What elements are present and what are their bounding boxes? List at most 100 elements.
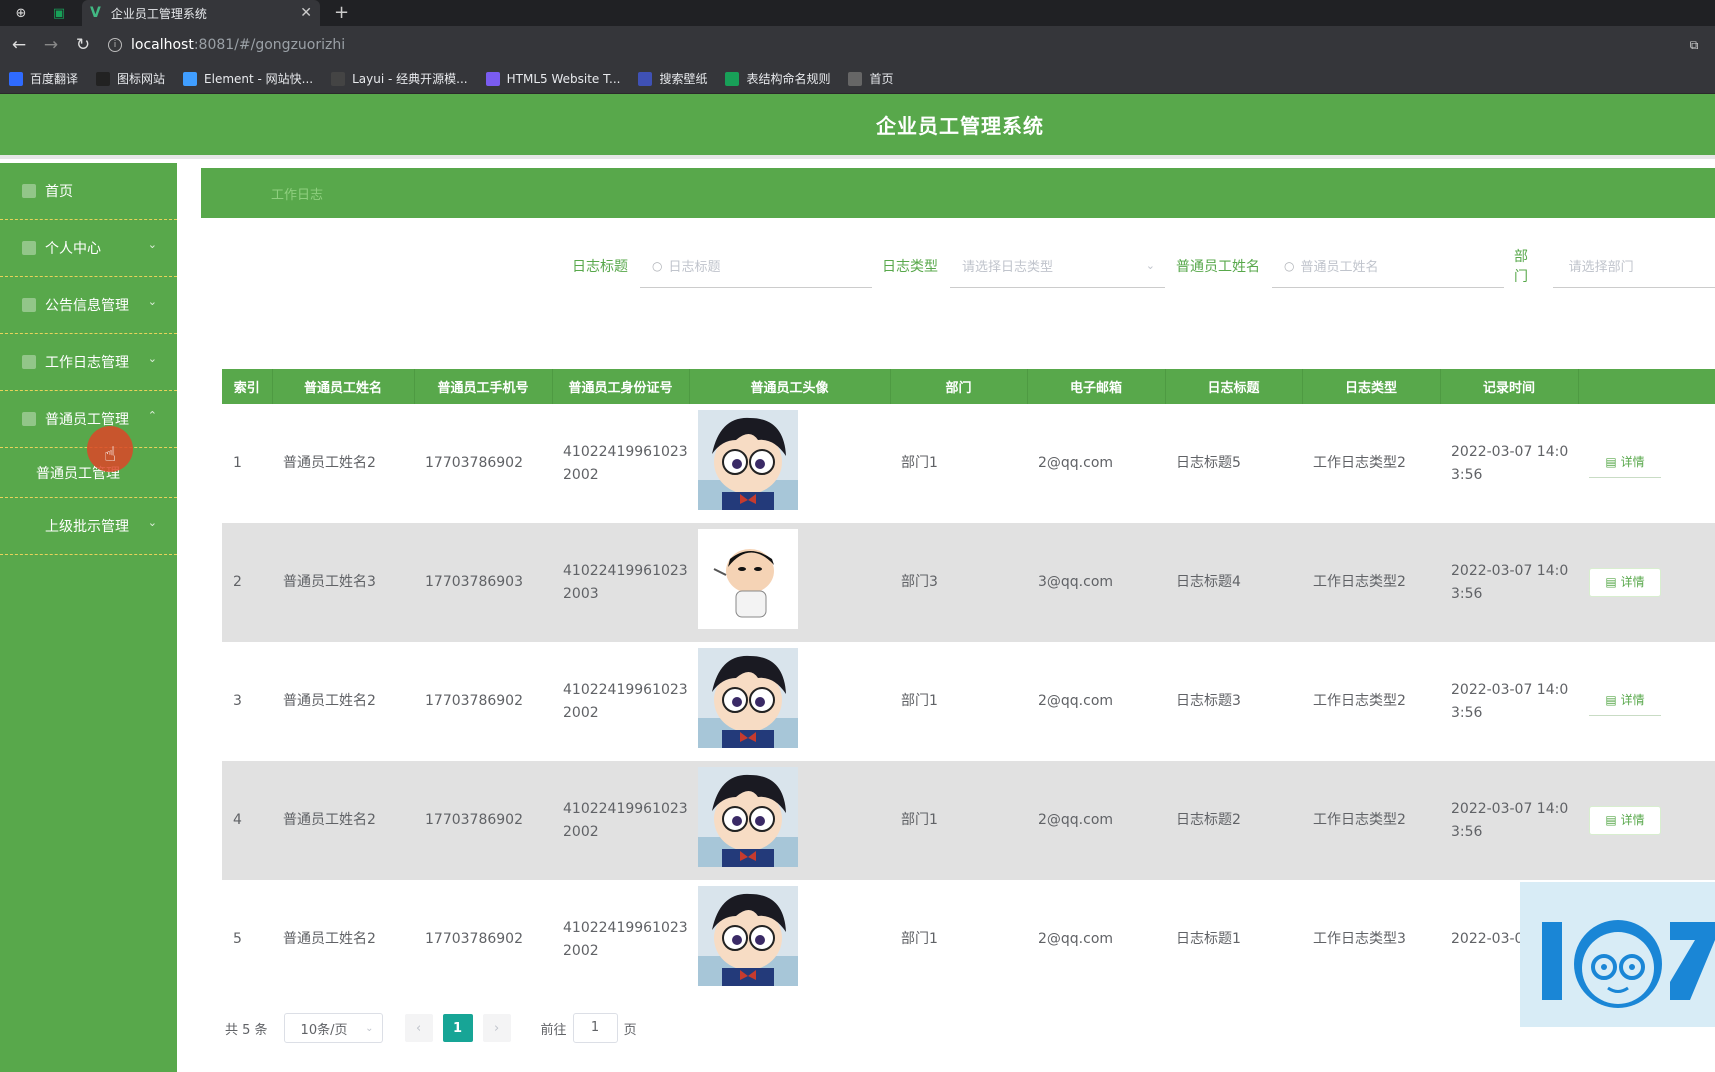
cell-time: 2022-03-07 14:03:56 xyxy=(1440,404,1578,523)
table-row: 4 普通员工姓名2 17703786902 410224199610232002 部门1… xyxy=(222,761,1715,880)
menu-icon xyxy=(22,298,36,312)
avatar xyxy=(698,766,798,867)
cell-idcard: 410224199610232002 xyxy=(552,404,689,523)
chevron-down-icon: ⌄ xyxy=(147,238,157,251)
baidu-translate-icon xyxy=(9,71,23,86)
next-page-button[interactable]: › xyxy=(482,1014,511,1042)
bookmark-label: 表结构命名规则 xyxy=(746,72,831,86)
document-icon: ▤ xyxy=(1605,575,1621,589)
cell-phone: 17703786902 xyxy=(414,642,552,761)
sidebar-item-home[interactable]: 首页 xyxy=(0,163,177,220)
sidebar-item-label: 个人中心 xyxy=(45,241,101,257)
cell-phone: 17703786902 xyxy=(414,761,552,880)
cell-type: 工作日志类型2 xyxy=(1302,404,1440,523)
cell-name: 普通员工姓名2 xyxy=(272,761,414,880)
bookmark-item[interactable]: Layui - 经典开源模... xyxy=(331,70,468,87)
cell-index: 3 xyxy=(222,642,272,761)
detail-label: 详情 xyxy=(1620,575,1645,589)
back-icon[interactable]: ← xyxy=(6,35,32,55)
document-icon: ▤ xyxy=(1605,455,1621,469)
search-icon: ○ xyxy=(1284,258,1295,273)
bookmarks-bar: 百度翻译 图标网站 Element - 网站快... Layui - 经典开源模...… xyxy=(0,64,1715,94)
sidebar-item-label: 工作日志管理 xyxy=(45,355,129,371)
cell-time: 2022-03-07 14:03:56 xyxy=(1440,642,1578,761)
sidebar-item-profile[interactable]: 个人中心 ⌄ xyxy=(0,220,177,277)
search-name-input[interactable]: ○ 普通员工姓名 xyxy=(1272,244,1504,288)
cell-type: 工作日志类型2 xyxy=(1302,761,1440,880)
search-name-placeholder: 普通员工姓名 xyxy=(1300,260,1379,275)
sidebar-item-label: 公告信息管理 xyxy=(45,298,129,314)
cell-index: 5 xyxy=(222,880,272,999)
page-size-select[interactable]: 10条/页 ⌄ xyxy=(283,1013,383,1043)
column-header: 普通员工身份证号 xyxy=(552,369,690,404)
new-tab-icon[interactable]: + xyxy=(334,2,349,23)
browser-tab[interactable]: V 企业员工管理系统 ✕ xyxy=(82,0,320,26)
prev-page-button[interactable]: ‹ xyxy=(404,1014,433,1042)
app-title: 企业员工管理系统 xyxy=(876,114,1044,138)
cell-title: 日志标题5 xyxy=(1165,404,1302,523)
pointer-hand-icon: ☝ xyxy=(104,442,117,466)
table-header-row: 索引 普通员工姓名 普通员工手机号 普通员工身份证号 普通员工头像 部门 电子邮箱 日志标题日… xyxy=(222,369,1715,404)
sidebar-item-notice[interactable]: 公告信息管理 ⌄ xyxy=(0,277,177,334)
bookmark-label: 图标网站 xyxy=(117,72,166,86)
log-table: 索引 普通员工姓名 普通员工手机号 普通员工身份证号 普通员工头像 部门 电子邮箱 日志标题日… xyxy=(222,369,1715,999)
browser-tab-title: 企业员工管理系统 xyxy=(110,6,207,21)
cell-email: 2@qq.com xyxy=(1027,880,1165,999)
cell-idcard: 410224199610232003 xyxy=(552,523,689,642)
breadcrumb: 工作日志 xyxy=(201,168,1715,218)
detail-button[interactable]: ▤ 详情 xyxy=(1589,687,1661,716)
search-title-input[interactable]: ○ 日志标题 xyxy=(640,244,872,288)
chevron-up-icon: ⌃ xyxy=(147,409,157,422)
search-dept-group: 部门 请选择部门 xyxy=(1514,244,1715,288)
detail-label: 详情 xyxy=(1620,813,1645,827)
cell-idcard: 410224199610232002 xyxy=(552,642,689,761)
column-header: 普通员工姓名 xyxy=(272,369,415,404)
cell-actions: ▤ 详情 xyxy=(1578,642,1715,761)
cell-title: 日志标题3 xyxy=(1165,642,1302,761)
avatar xyxy=(698,885,798,986)
cell-email: 3@qq.com xyxy=(1027,523,1165,642)
reload-icon[interactable]: ↻ xyxy=(70,35,96,55)
cell-avatar xyxy=(689,761,890,880)
sidebar-item-supervisor[interactable]: 上级批示管理 ⌄ xyxy=(0,498,177,555)
sidebar: 首页 个人中心 ⌄ 公告信息管理 ⌄ 工作日志管理 ⌄ 普通员工管理 ⌃ 普通员工管理 ☝ 上级… xyxy=(0,163,177,1072)
sidebar-item-worklog[interactable]: 工作日志管理 ⌄ xyxy=(0,334,177,391)
detail-button[interactable]: ▤ 详情 xyxy=(1589,449,1661,478)
cell-index: 2 xyxy=(222,523,272,642)
cell-title: 日志标题4 xyxy=(1165,523,1302,642)
vue-logo-icon: V xyxy=(90,5,101,21)
search-type-select[interactable]: 请选择日志类型 ⌄ xyxy=(950,244,1165,288)
search-icon: ○ xyxy=(652,258,663,273)
bookmark-item[interactable]: HTML5 Website T... xyxy=(485,71,620,86)
flag-icon xyxy=(96,71,111,86)
table-row: 5 普通员工姓名2 17703786902 410224199610232002 部门1… xyxy=(222,880,1715,999)
cell-dept: 部门1 xyxy=(890,642,1027,761)
search-type-placeholder: 请选择日志类型 xyxy=(962,260,1054,275)
cell-name: 普通员工姓名2 xyxy=(272,404,414,523)
sidebar-subitem-employee[interactable]: 普通员工管理 ☝ xyxy=(0,426,177,498)
translate-icon[interactable]: ⧉ xyxy=(1681,38,1707,53)
page-1-button[interactable]: 1 xyxy=(442,1014,473,1042)
bookmark-item[interactable]: 图标网站 xyxy=(96,70,165,87)
bookmark-item[interactable]: 表结构命名规则 xyxy=(725,70,830,87)
search-dept-select[interactable]: 请选择部门 xyxy=(1552,244,1715,288)
search-dept-label: 部门 xyxy=(1514,249,1528,285)
pinned-tab-sheet-icon[interactable]: ▣ xyxy=(48,0,70,26)
bookmark-item[interactable]: Element - 网站快... xyxy=(183,70,313,87)
bookmark-item[interactable]: 搜索壁纸 xyxy=(638,70,707,87)
cell-time: 2022-03-07 14:03:56 xyxy=(1440,761,1578,880)
cell-actions: ▤ 详情 xyxy=(1578,404,1715,523)
forward-icon[interactable]: → xyxy=(38,35,64,55)
mascot-logo-icon xyxy=(1542,920,1715,1008)
bookmark-item[interactable]: 百度翻译 xyxy=(9,70,78,87)
detail-button[interactable]: ▤ 详情 xyxy=(1589,806,1661,835)
globe-icon[interactable]: ⊕ xyxy=(10,0,32,26)
goto-page-input[interactable]: 1 xyxy=(572,1013,618,1043)
close-tab-icon[interactable]: ✕ xyxy=(300,5,312,21)
site-info-icon[interactable]: i xyxy=(108,38,122,52)
cell-avatar xyxy=(689,523,890,642)
bookmark-item[interactable]: 首页 xyxy=(848,70,894,87)
search-title-placeholder: 日志标题 xyxy=(668,260,721,275)
detail-button[interactable]: ▤ 详情 xyxy=(1589,568,1661,597)
url-field[interactable]: i localhost:8081/#/gongzuorizhi xyxy=(108,31,1675,59)
